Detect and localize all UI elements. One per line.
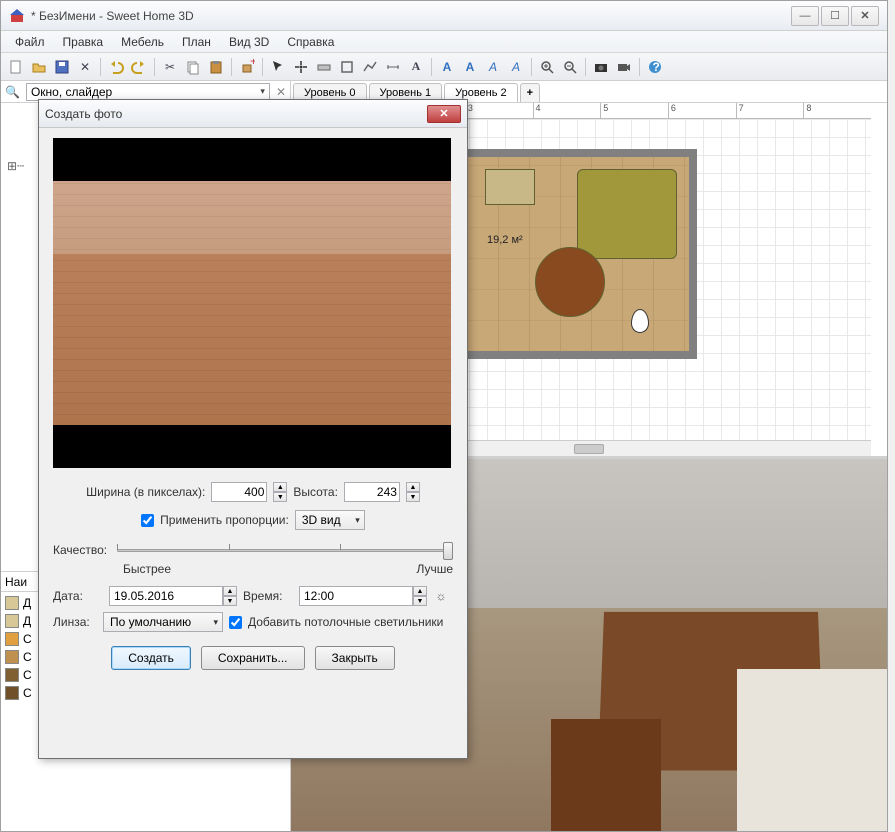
tab-add[interactable]: + xyxy=(520,83,540,102)
menu-3dview[interactable]: Вид 3D xyxy=(221,33,277,51)
menu-plan[interactable]: План xyxy=(174,33,219,51)
copy-icon[interactable] xyxy=(182,56,204,78)
room-area-label: 19,2 м² xyxy=(487,234,523,246)
dimension-icon[interactable] xyxy=(382,56,404,78)
aspect-label: Применить пропорции: xyxy=(160,513,289,527)
catalog-dropdown[interactable]: Окно, слайдер ▾ xyxy=(26,83,270,101)
create-photo-dialog: Создать фото ✕ Ширина (в пикселах): ▲▼ В… xyxy=(38,99,468,759)
italic-icon[interactable]: A xyxy=(482,56,504,78)
chevron-down-icon: ▾ xyxy=(260,86,265,97)
width-input[interactable] xyxy=(211,482,267,502)
menu-edit[interactable]: Правка xyxy=(55,33,112,51)
date-label: Дата: xyxy=(53,589,103,603)
menu-furniture[interactable]: Мебель xyxy=(113,33,172,51)
slider-thumb[interactable] xyxy=(443,542,453,560)
lens-select[interactable]: По умолчанию xyxy=(103,612,223,632)
add-furniture-icon[interactable]: + xyxy=(236,56,258,78)
polyline-icon[interactable] xyxy=(359,56,381,78)
date-input[interactable]: 19.05.2016 xyxy=(109,586,223,606)
save-button[interactable]: Сохранить... xyxy=(201,646,305,670)
zoom-in-icon[interactable] xyxy=(536,56,558,78)
close-dialog-button[interactable]: Закрыть xyxy=(315,646,395,670)
quality-slider[interactable] xyxy=(117,540,453,560)
photo-icon[interactable] xyxy=(590,56,612,78)
room-icon[interactable] xyxy=(336,56,358,78)
furniture-table[interactable] xyxy=(535,247,605,317)
dialog-title: Создать фото xyxy=(45,107,427,121)
redo-icon[interactable] xyxy=(128,56,150,78)
sun-icon[interactable]: ☼ xyxy=(433,588,449,604)
tree-expand-icon[interactable]: ⊞┄ xyxy=(7,159,24,173)
aspect-checkbox[interactable] xyxy=(141,514,154,527)
menu-file[interactable]: Файл xyxy=(7,33,53,51)
lens-label: Линза: xyxy=(53,615,97,629)
toolbar: ✕ ✂ + A A A A A ? xyxy=(1,53,887,81)
save-icon[interactable] xyxy=(51,56,73,78)
open-icon[interactable] xyxy=(28,56,50,78)
camera-icon[interactable] xyxy=(631,309,649,333)
menubar: Файл Правка Мебель План Вид 3D Справка xyxy=(1,31,887,53)
width-spinner[interactable]: ▲▼ xyxy=(273,482,287,502)
pan-icon[interactable] xyxy=(290,56,312,78)
zoom-out-icon[interactable] xyxy=(559,56,581,78)
bold-icon[interactable]: A xyxy=(459,56,481,78)
height-label: Высота: xyxy=(293,485,338,499)
window-title: * БезИмени - Sweet Home 3D xyxy=(31,9,791,23)
minimize-button[interactable]: ― xyxy=(791,6,819,26)
furniture-sofa[interactable] xyxy=(577,169,677,259)
v3d-armchair xyxy=(737,669,887,831)
ceiling-checkbox[interactable] xyxy=(229,616,242,629)
time-label: Время: xyxy=(243,589,293,603)
paste-icon[interactable] xyxy=(205,56,227,78)
close-button[interactable]: ✕ xyxy=(851,6,879,26)
create-button[interactable]: Создать xyxy=(111,646,191,670)
quality-best-label: Лучше xyxy=(416,562,453,576)
photo-preview xyxy=(53,138,451,468)
dialog-titlebar[interactable]: Создать фото ✕ xyxy=(39,100,467,128)
date-spinner[interactable]: ▲▼ xyxy=(223,586,237,606)
video-icon[interactable] xyxy=(613,56,635,78)
aspect-select[interactable]: 3D вид xyxy=(295,510,365,530)
select-icon[interactable] xyxy=(267,56,289,78)
ceiling-label: Добавить потолочные светильники xyxy=(248,615,443,629)
time-input[interactable]: 12:00 xyxy=(299,586,413,606)
settings-icon[interactable]: ✕ xyxy=(74,56,96,78)
maximize-button[interactable]: ☐ xyxy=(821,6,849,26)
time-spinner[interactable]: ▲▼ xyxy=(413,586,427,606)
app-icon xyxy=(9,8,25,24)
search-icon[interactable]: 🔍 xyxy=(5,85,20,99)
v3d-chair xyxy=(551,719,661,831)
cut-icon[interactable]: ✂ xyxy=(159,56,181,78)
quality-fast-label: Быстрее xyxy=(123,562,171,576)
dialog-close-button[interactable]: ✕ xyxy=(427,105,461,123)
text-add-icon[interactable]: A xyxy=(436,56,458,78)
svg-text:?: ? xyxy=(653,60,660,74)
quality-label: Качество: xyxy=(53,543,107,557)
catalog-selected: Окно, слайдер xyxy=(31,85,112,99)
furniture-desk[interactable] xyxy=(485,169,535,205)
new-icon[interactable] xyxy=(5,56,27,78)
text-icon[interactable]: A xyxy=(405,56,427,78)
height-input[interactable] xyxy=(344,482,400,502)
undo-icon[interactable] xyxy=(105,56,127,78)
height-spinner[interactable]: ▲▼ xyxy=(406,482,420,502)
help-icon[interactable]: ? xyxy=(644,56,666,78)
menu-help[interactable]: Справка xyxy=(279,33,342,51)
close-search-icon[interactable]: ✕ xyxy=(276,85,286,99)
width-label: Ширина (в пикселах): xyxy=(86,485,205,499)
text-style-icon[interactable]: A xyxy=(505,56,527,78)
svg-text:+: + xyxy=(250,59,255,68)
wall-icon[interactable] xyxy=(313,56,335,78)
titlebar: * БезИмени - Sweet Home 3D ― ☐ ✕ xyxy=(1,1,887,31)
